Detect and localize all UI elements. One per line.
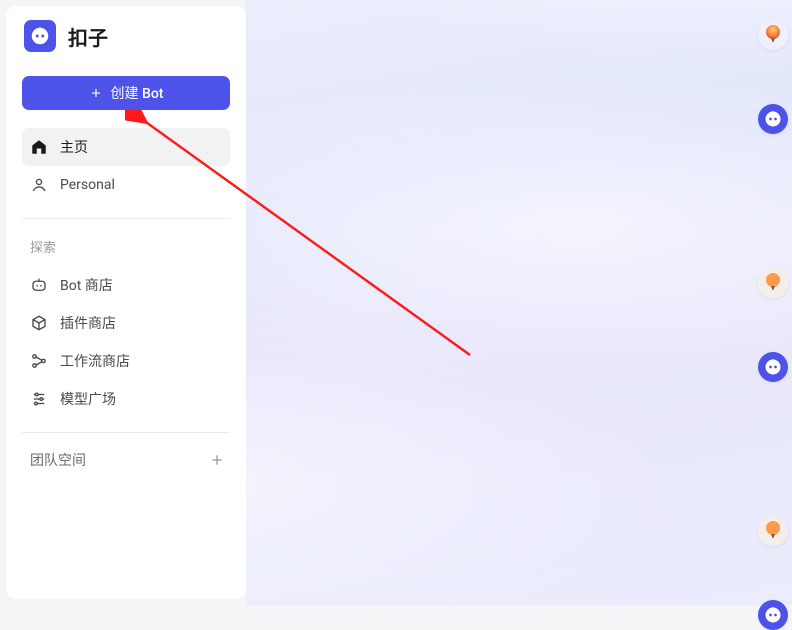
sidebar-item-home[interactable]: 主页 bbox=[22, 128, 230, 166]
sidebar-item-personal[interactable]: Personal bbox=[22, 166, 230, 204]
sidebar-item-workflow-store[interactable]: 工作流商店 bbox=[22, 342, 230, 380]
brand-name: 扣子 bbox=[68, 22, 108, 51]
sidebar-item-model-square[interactable]: 模型广场 bbox=[22, 380, 230, 418]
brand-header: 扣子 bbox=[22, 20, 230, 52]
sidebar-divider bbox=[22, 218, 230, 219]
balloon-avatar-icon[interactable] bbox=[758, 516, 788, 546]
brand-logo bbox=[24, 20, 56, 52]
add-team-space-button[interactable] bbox=[206, 449, 228, 471]
sidebar-item-label: 插件商店 bbox=[60, 313, 116, 333]
sidebar-item-label: 模型广场 bbox=[60, 389, 116, 409]
sidebar-item-label: 主页 bbox=[60, 137, 88, 157]
plus-icon bbox=[209, 452, 225, 468]
team-space-row: 团队空间 bbox=[22, 447, 230, 473]
floating-avatar-column bbox=[758, 20, 788, 630]
sidebar-item-label: 工作流商店 bbox=[60, 351, 130, 371]
sidebar-item-label: Personal bbox=[60, 177, 115, 193]
bot-avatar-icon[interactable] bbox=[758, 104, 788, 134]
cube-icon bbox=[30, 314, 48, 332]
user-icon bbox=[30, 176, 48, 194]
sidebar-divider bbox=[22, 432, 230, 433]
sidebar-item-plugin-store[interactable]: 插件商店 bbox=[22, 304, 230, 342]
plus-icon bbox=[89, 86, 103, 100]
sidebar-item-label: Bot 商店 bbox=[60, 275, 113, 295]
sidebar: 扣子 创建 Bot 主页 Personal 探索 bbox=[6, 6, 246, 599]
team-space-title: 团队空间 bbox=[30, 450, 86, 470]
sliders-icon bbox=[30, 390, 48, 408]
create-bot-button[interactable]: 创建 Bot bbox=[22, 76, 230, 110]
brand-logo-icon bbox=[29, 25, 51, 47]
balloon-avatar-icon[interactable] bbox=[758, 268, 788, 298]
explore-section-title: 探索 bbox=[22, 233, 230, 266]
create-bot-label: 创建 Bot bbox=[111, 83, 164, 103]
main-content bbox=[246, 0, 792, 605]
bot-icon bbox=[30, 276, 48, 294]
workflow-icon bbox=[30, 352, 48, 370]
balloon-avatar-icon[interactable] bbox=[758, 20, 788, 50]
sidebar-item-bot-store[interactable]: Bot 商店 bbox=[22, 266, 230, 304]
bot-avatar-icon[interactable] bbox=[758, 352, 788, 382]
home-icon bbox=[30, 138, 48, 156]
